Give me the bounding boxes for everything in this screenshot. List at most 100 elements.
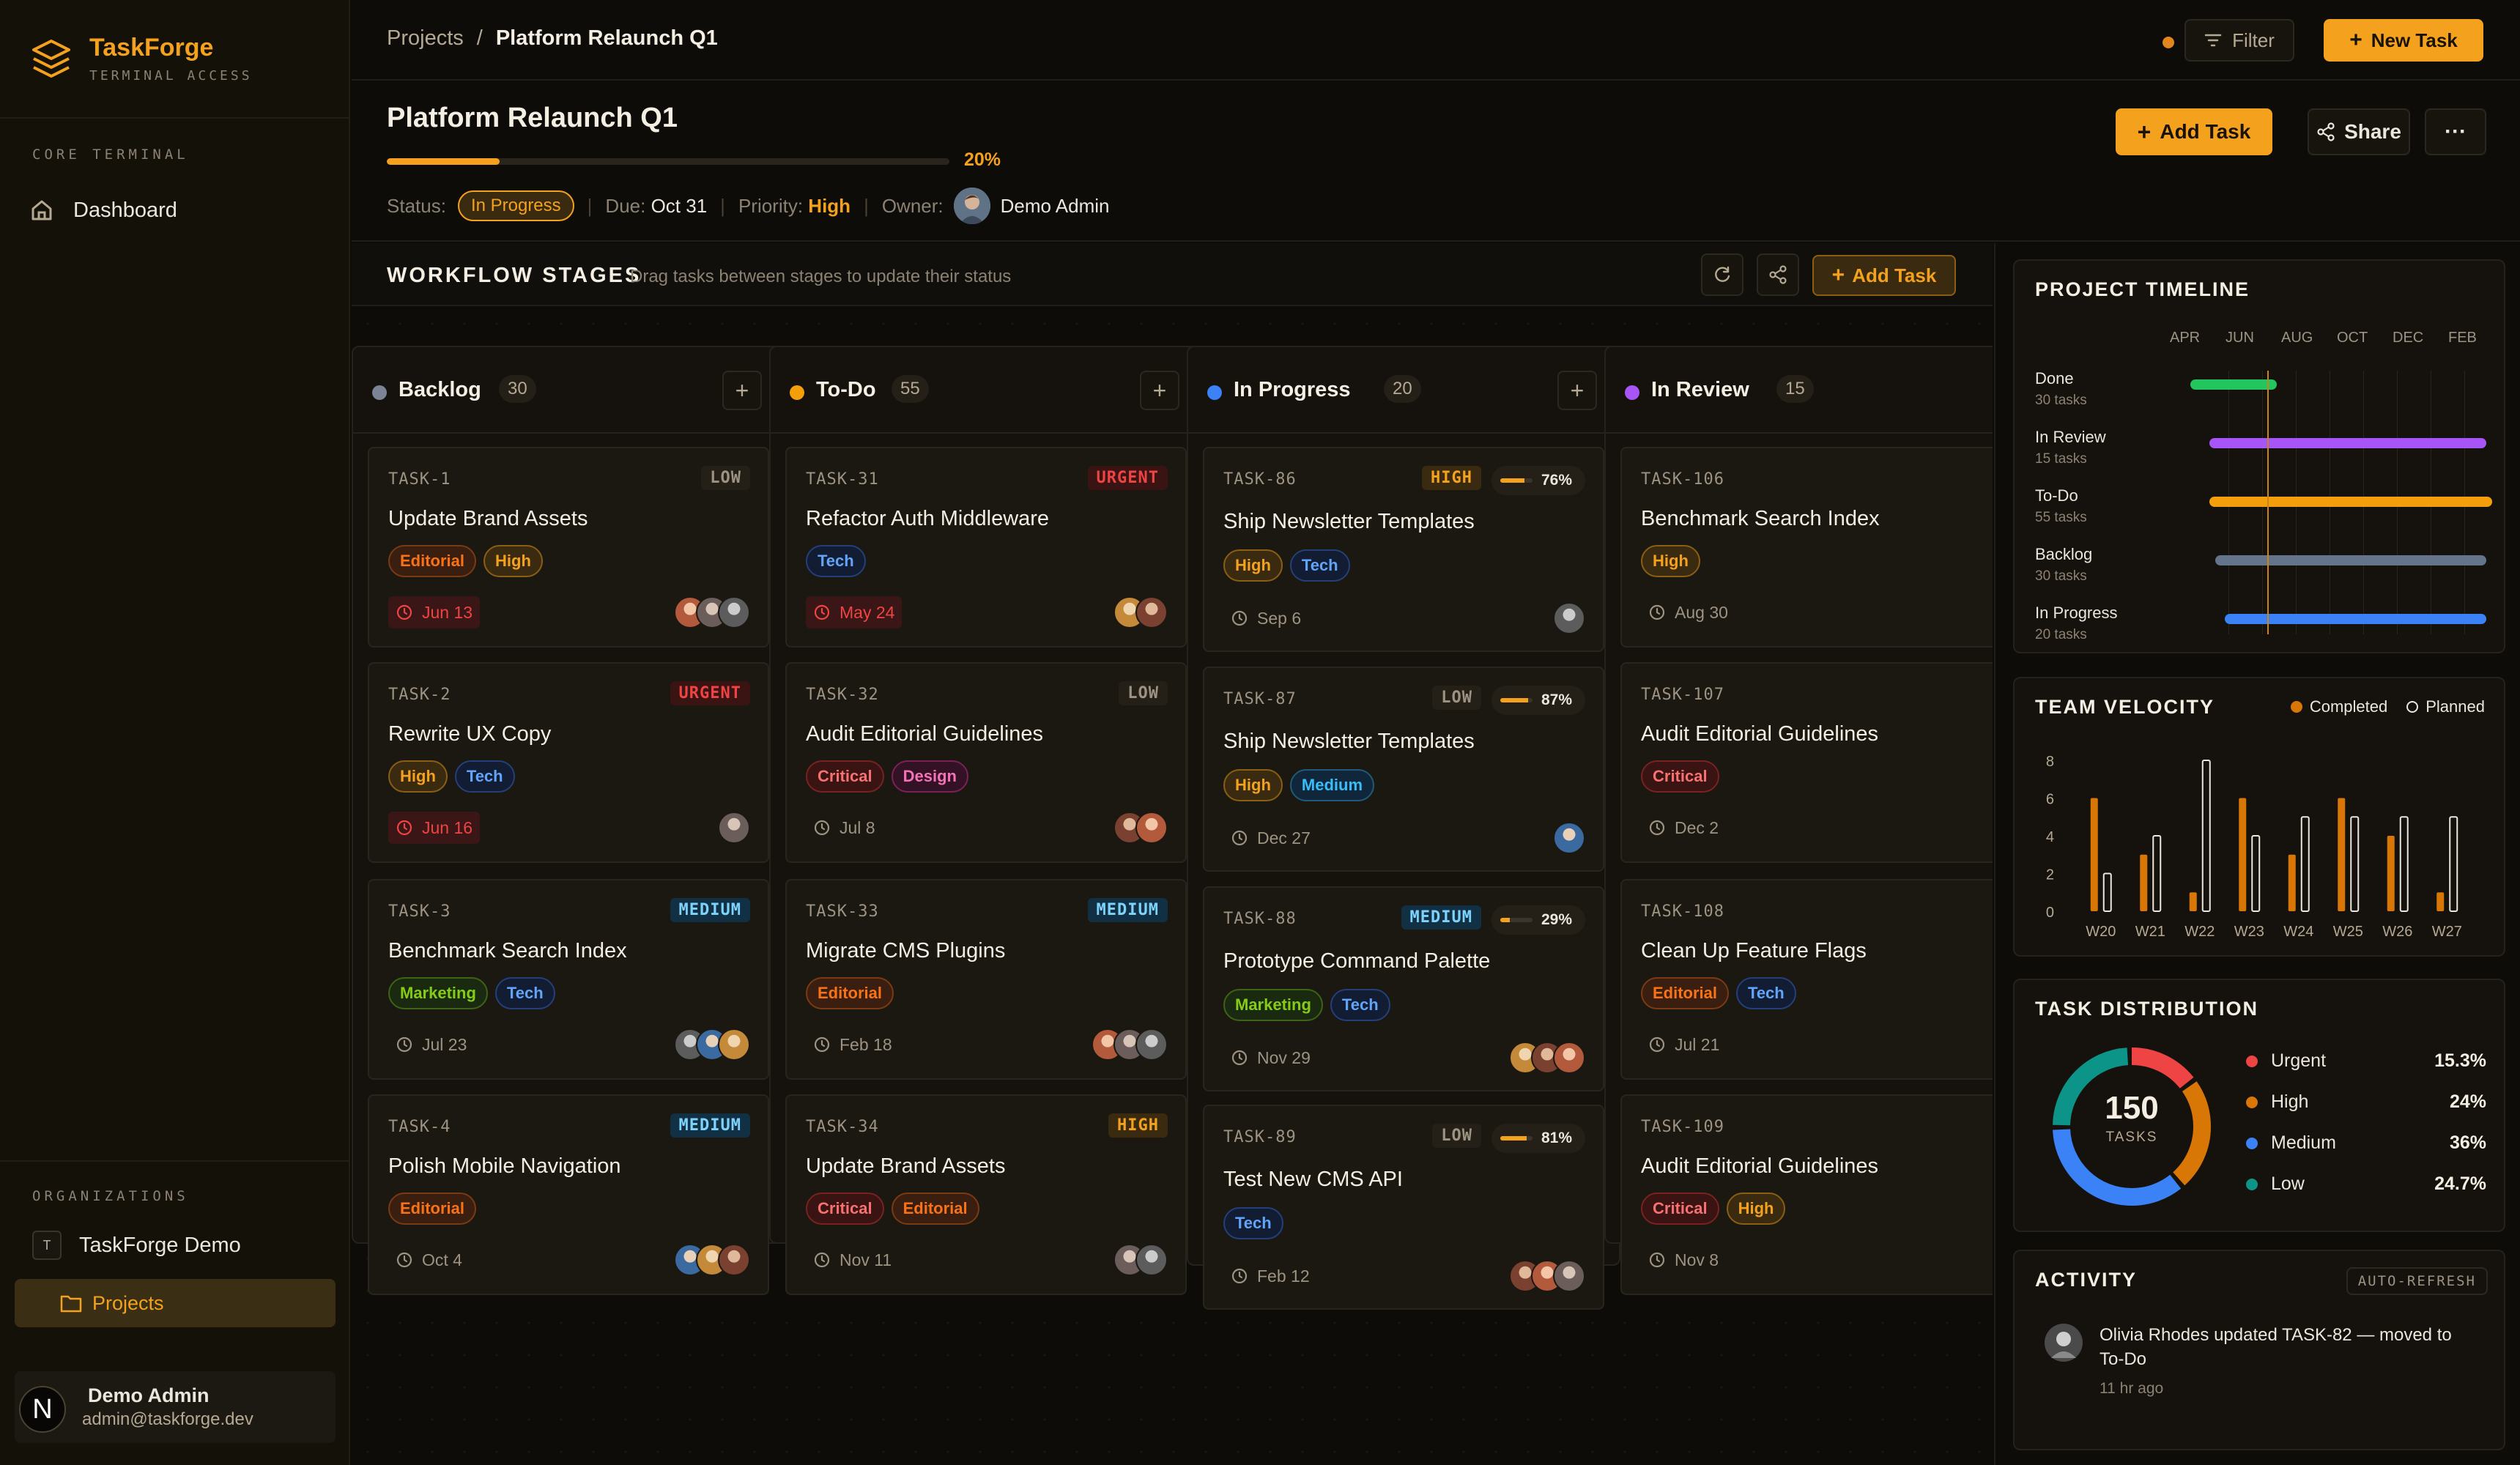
status-badge[interactable]: In Progress: [457, 190, 574, 221]
timeline-month: OCT: [2337, 330, 2368, 346]
activity-text: Olivia Rhodes updated TASK-82 — moved to…: [2100, 1325, 2452, 1369]
task-card[interactable]: TASK-88 MEDIUM 29% Prototype Command Palett…: [1203, 886, 1604, 1091]
task-card[interactable]: TASK-32 LOW Audit Editorial Guidelines Crit…: [785, 662, 1187, 863]
due-label: Due:: [605, 194, 646, 217]
task-card[interactable]: TASK-4 MEDIUM Polish Mobile Navigation Edit…: [368, 1094, 769, 1295]
legend-label: Urgent: [2271, 1050, 2327, 1071]
add-task-label: Add Task: [1852, 264, 1937, 286]
clock-icon: [814, 820, 830, 836]
owner-label: Owner:: [881, 194, 944, 217]
due-date-text: Jul 21: [1675, 1034, 1720, 1054]
sidebar-item-label: Projects: [92, 1291, 164, 1314]
timeline-bar[interactable]: [2209, 497, 2492, 507]
refresh-icon: [1715, 266, 1730, 282]
column-color-dot: [372, 385, 387, 400]
task-progress-label: 81%: [1541, 1130, 1573, 1146]
add-task-button[interactable]: + Add Task: [2116, 108, 2272, 155]
assignee-avatars[interactable]: [674, 1244, 750, 1276]
task-card[interactable]: TASK-1 LOW Update Brand Assets Editorial Hig…: [368, 447, 769, 648]
task-card[interactable]: TASK-107 Audit Editorial Guidelines Critic…: [1620, 662, 1993, 863]
sidebar-item-dashboard[interactable]: Dashboard: [29, 198, 177, 223]
due-date-text: Aug 30: [1675, 602, 1728, 622]
share-button[interactable]: Share: [2308, 108, 2410, 155]
timeline-bar[interactable]: [2215, 555, 2486, 565]
column-color-dot: [1207, 385, 1222, 400]
plus-icon: +: [1831, 263, 1845, 287]
task-id: TASK-4: [388, 1118, 451, 1136]
task-card[interactable]: TASK-86 HIGH 76% Ship Newsletter Templates H…: [1203, 447, 1604, 652]
more-options-button[interactable]: ···: [2425, 108, 2486, 155]
x-tick-label: W21: [2135, 924, 2165, 940]
org-switcher[interactable]: T TaskForge Demo: [32, 1231, 241, 1260]
timeline-bar[interactable]: [2209, 438, 2486, 448]
assignee-avatars[interactable]: [1092, 1028, 1168, 1061]
refresh-button[interactable]: [1701, 253, 1743, 296]
assignee-avatars[interactable]: [718, 812, 750, 844]
task-tags: Critical Editorial: [806, 1193, 987, 1225]
assignee-avatars[interactable]: [674, 596, 750, 628]
assignee-avatars[interactable]: [1509, 1260, 1585, 1292]
auto-refresh-badge[interactable]: AUTO-REFRESH: [2346, 1267, 2488, 1295]
notification-dot[interactable]: [2163, 37, 2174, 48]
x-tick-label: W26: [2382, 924, 2412, 940]
assignee-avatars[interactable]: [674, 1028, 750, 1061]
task-tags: Editorial: [388, 1193, 483, 1225]
legend-swatch: [2290, 701, 2302, 713]
column-title: In Progress: [1234, 378, 1351, 401]
task-id: TASK-86: [1223, 470, 1297, 489]
assignee-avatars[interactable]: [1113, 596, 1168, 628]
assignee-avatars[interactable]: [1509, 1042, 1585, 1074]
home-icon: [32, 200, 52, 220]
bar-planned: [2201, 760, 2211, 912]
priority-badge: LOW: [1119, 681, 1168, 705]
task-card[interactable]: TASK-34 HIGH Update Brand Assets Critical Ed…: [785, 1094, 1187, 1295]
task-title: Test New CMS API: [1223, 1168, 1403, 1191]
assignee-avatars[interactable]: [1113, 1244, 1168, 1276]
workflow-add-task-button[interactable]: + Add Task: [1812, 255, 1956, 296]
clock-icon: [814, 1252, 830, 1268]
new-task-button[interactable]: + New Task: [2324, 19, 2483, 62]
task-title: Clean Up Feature Flags: [1641, 939, 1867, 963]
share-workflow-button[interactable]: [1757, 253, 1799, 296]
add-card-button[interactable]: +: [722, 371, 762, 410]
assignee-avatars[interactable]: [1553, 602, 1585, 634]
task-card[interactable]: TASK-87 LOW 87% Ship Newsletter Templates Hi…: [1203, 667, 1604, 872]
due-date: Sep 6: [1223, 602, 1308, 634]
task-card[interactable]: TASK-106 Benchmark Search Index High Aug 30: [1620, 447, 1993, 648]
x-tick-label: W22: [2184, 924, 2215, 940]
owner-name: Demo Admin: [1000, 194, 1110, 217]
tag: Tech: [1289, 549, 1350, 582]
avatar: [718, 812, 750, 844]
due-date-text: May 24: [840, 602, 895, 622]
task-card[interactable]: TASK-108 Clean Up Feature Flags Editorial T…: [1620, 879, 1993, 1080]
timeline-bar[interactable]: [2224, 614, 2486, 624]
filter-button[interactable]: Filter: [2184, 19, 2294, 62]
assignee-avatars[interactable]: [1553, 822, 1585, 854]
legend-label: High: [2271, 1091, 2309, 1112]
tag: Editorial: [388, 545, 477, 577]
y-tick-label: 6: [2046, 792, 2054, 808]
task-title: Prototype Command Palette: [1223, 949, 1491, 973]
task-card[interactable]: TASK-89 LOW 81% Test New CMS API Tech Feb 12: [1203, 1105, 1604, 1310]
breadcrumb-projects[interactable]: Projects: [387, 26, 464, 50]
tag: High: [1726, 1193, 1786, 1225]
task-card[interactable]: TASK-33 MEDIUM Migrate CMS Plugins Editoria…: [785, 879, 1187, 1080]
due-date-text: Feb 12: [1257, 1266, 1310, 1286]
sidebar-item-projects[interactable]: Projects: [15, 1279, 336, 1327]
assignee-avatars[interactable]: [1113, 812, 1168, 844]
breadcrumb: Projects / Platform Relaunch Q1: [387, 26, 718, 51]
task-card[interactable]: TASK-2 URGENT Rewrite UX Copy High Tech Jun 1…: [368, 662, 769, 863]
task-card[interactable]: TASK-31 URGENT Refactor Auth Middleware Tec…: [785, 447, 1187, 648]
distribution-legend-item: Medium 36%: [2246, 1132, 2486, 1154]
task-tags: High: [1641, 545, 1708, 577]
timeline-bar[interactable]: [2190, 379, 2277, 390]
task-card[interactable]: TASK-3 MEDIUM Benchmark Search Index Market…: [368, 879, 769, 1080]
brand[interactable]: TaskForge TERMINAL ACCESS: [0, 0, 349, 119]
column-count-badge: 55: [892, 375, 929, 403]
user-profile[interactable]: N Demo Admin admin@taskforge.dev: [15, 1371, 336, 1443]
task-card[interactable]: TASK-109 Audit Editorial Guidelines Critic…: [1620, 1094, 1993, 1295]
add-card-button[interactable]: +: [1557, 371, 1597, 410]
add-card-button[interactable]: +: [1140, 371, 1179, 410]
x-tick-label: W25: [2333, 924, 2363, 940]
avatar: [1135, 812, 1168, 844]
